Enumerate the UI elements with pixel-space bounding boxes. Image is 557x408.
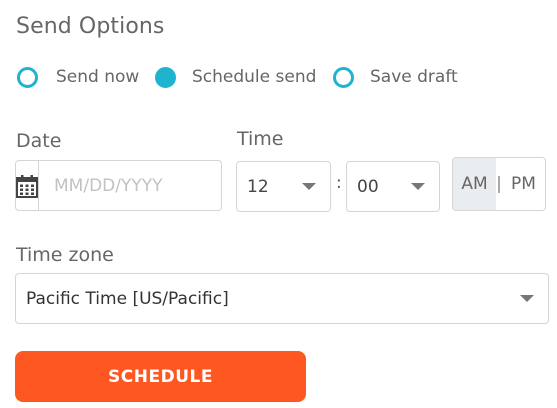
radio-save-draft[interactable]: Save draft: [333, 64, 458, 90]
am-button[interactable]: AM: [453, 158, 496, 210]
calendar-button[interactable]: [16, 161, 39, 210]
radio-send-now[interactable]: Send now: [17, 64, 139, 90]
hour-value: 12: [247, 176, 269, 197]
chevron-down-icon: [520, 295, 534, 302]
chevron-down-icon: [302, 183, 316, 190]
pm-button[interactable]: PM: [502, 158, 545, 210]
radio-label: Save draft: [370, 67, 458, 87]
date-label: Date: [16, 130, 62, 152]
radio-checked-icon[interactable]: [155, 66, 176, 88]
time-separator: :: [336, 173, 342, 193]
minute-select[interactable]: 00: [346, 161, 440, 212]
date-field: [15, 160, 273, 211]
timezone-value: Pacific Time [US/Pacific]: [26, 288, 229, 309]
timezone-select[interactable]: Pacific Time [US/Pacific]: [15, 273, 549, 324]
send-options-panel: Send Options Send now Schedule send Save…: [0, 0, 557, 408]
schedule-button[interactable]: SCHEDULE: [15, 351, 306, 402]
radio-label: Schedule send: [192, 67, 317, 87]
calendar-icon: [16, 174, 38, 198]
minute-value: 00: [357, 176, 379, 197]
time-label: Time: [237, 128, 284, 150]
hour-select[interactable]: 12: [236, 161, 331, 212]
section-title: Send Options: [16, 14, 165, 39]
radio-unchecked-icon[interactable]: [17, 66, 38, 88]
radio-unchecked-icon[interactable]: [333, 66, 354, 88]
radio-label: Send now: [56, 67, 140, 87]
radio-schedule-send[interactable]: Schedule send: [155, 64, 316, 90]
am-pm-toggle: AM | PM: [452, 157, 546, 211]
chevron-down-icon: [411, 183, 425, 190]
timezone-label: Time zone: [16, 244, 114, 266]
